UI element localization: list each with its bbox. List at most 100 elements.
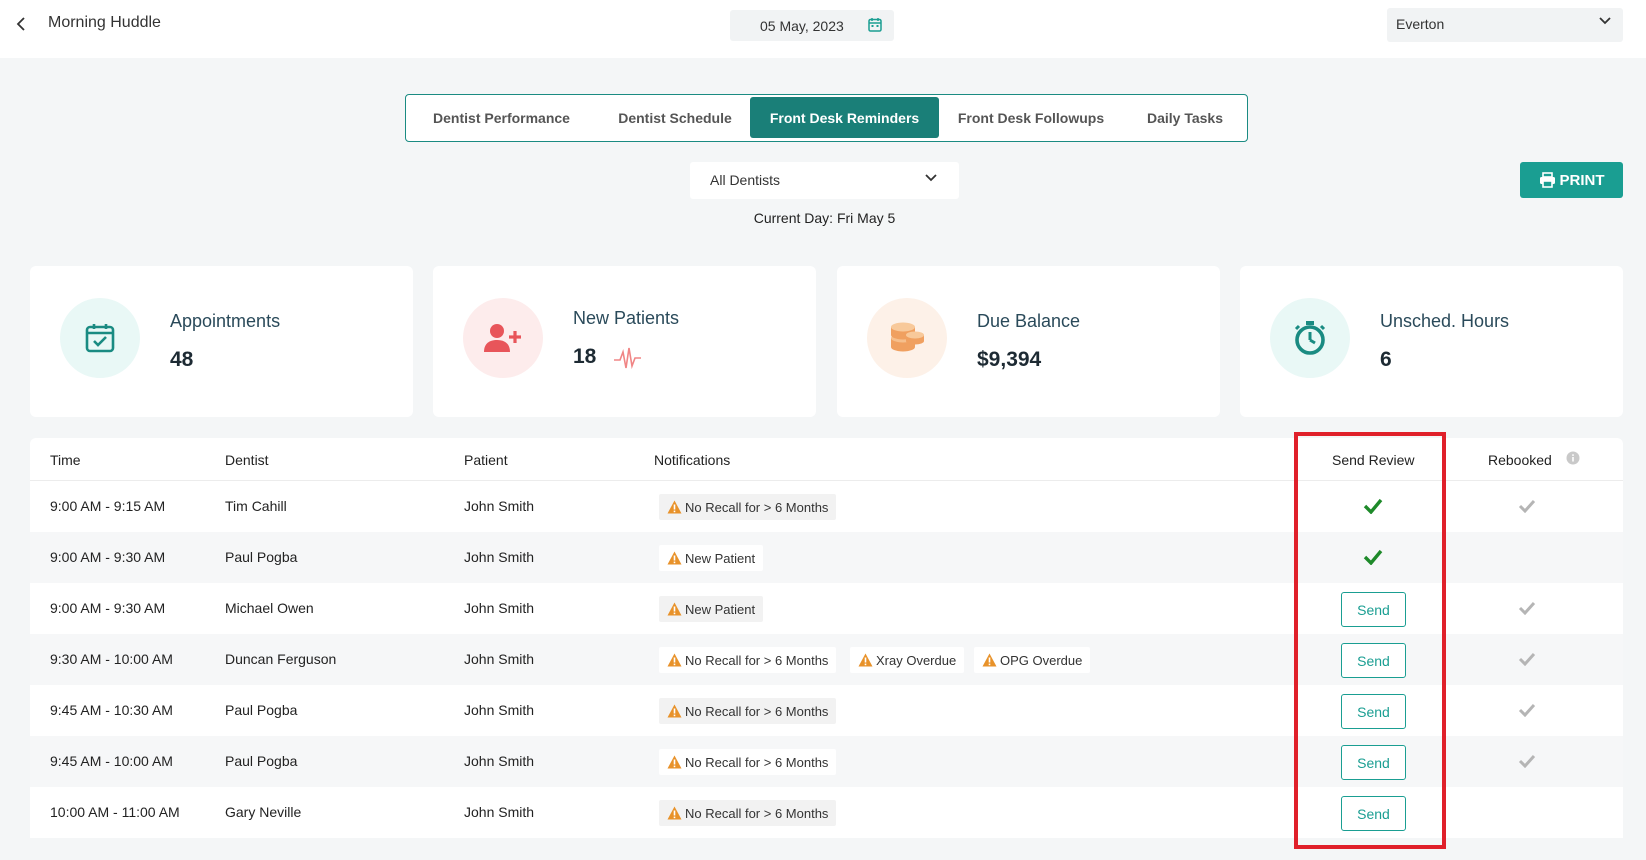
warning-icon xyxy=(858,653,873,667)
report-tabs: Dentist Performance Dentist Schedule Fro… xyxy=(405,94,1248,142)
table-row: 9:00 AM - 9:15 AM Tim Cahill John Smith … xyxy=(30,481,1623,532)
row-time: 9:00 AM - 9:15 AM xyxy=(50,498,166,514)
table-row: 9:00 AM - 9:30 AM Paul Pogba John Smith … xyxy=(30,532,1623,583)
stat-value: 18 xyxy=(573,345,597,368)
review-sent-check-icon xyxy=(1363,549,1383,565)
stat-label: Due Balance xyxy=(977,311,1081,331)
row-dentist: Tim Cahill xyxy=(225,498,287,514)
table-row: 9:45 AM - 10:00 AM Paul Pogba John Smith… xyxy=(30,736,1623,787)
location-value: Everton xyxy=(1396,16,1445,32)
page-title: Morning Huddle xyxy=(48,14,161,31)
row-time: 10:00 AM - 11:00 AM xyxy=(50,804,180,820)
send-review-button[interactable]: Send xyxy=(1341,745,1406,780)
notification-text: OPG Overdue xyxy=(1000,652,1083,668)
rebooked-check-icon xyxy=(1518,499,1536,513)
rebooked-check-icon xyxy=(1518,754,1536,768)
stat-value: 6 xyxy=(1380,348,1392,371)
notification-badge: No Recall for > 6 Months xyxy=(659,494,837,520)
column-header-send-review[interactable]: Send Review xyxy=(1332,452,1415,468)
print-button[interactable]: PRINT xyxy=(1520,162,1623,198)
date-value: 05 May, 2023 xyxy=(760,17,844,34)
row-patient: John Smith xyxy=(464,600,535,616)
dentist-filter-value: All Dentists xyxy=(710,172,781,188)
stat-value: 48 xyxy=(170,348,194,371)
warning-icon xyxy=(667,704,682,718)
rebooked-check-icon xyxy=(1518,601,1536,615)
calendar-check-icon xyxy=(85,324,115,353)
send-review-button[interactable]: Send xyxy=(1341,796,1406,831)
tab-daily-tasks[interactable]: Daily Tasks xyxy=(1123,97,1247,138)
new-patients-icon-circle xyxy=(463,298,543,378)
stat-card-due-balance: Due Balance $9,394 xyxy=(837,266,1220,417)
row-time: 9:45 AM - 10:30 AM xyxy=(50,702,173,718)
send-review-button[interactable]: Send xyxy=(1341,643,1406,678)
notification-text: No Recall for > 6 Months xyxy=(685,499,829,515)
tab-dentist-performance[interactable]: Dentist Performance xyxy=(408,97,595,138)
user-plus-icon xyxy=(484,324,521,352)
warning-icon xyxy=(982,653,997,667)
notification-badge: No Recall for > 6 Months xyxy=(659,647,837,673)
notification-text: No Recall for > 6 Months xyxy=(685,754,829,770)
notification-text: Xray Overdue xyxy=(876,652,957,668)
current-day-label: Current Day: Fri May 5 xyxy=(753,210,896,226)
send-review-button[interactable]: Send xyxy=(1341,694,1406,729)
tab-dentist-schedule[interactable]: Dentist Schedule xyxy=(595,97,755,138)
unscheduled-hours-icon-circle xyxy=(1270,298,1350,378)
row-time: 9:00 AM - 9:30 AM xyxy=(50,549,166,565)
notification-text: No Recall for > 6 Months xyxy=(685,703,829,719)
stat-value: $9,394 xyxy=(977,348,1042,371)
print-label: PRINT xyxy=(1559,171,1605,189)
warning-icon xyxy=(667,500,682,514)
row-dentist: Paul Pogba xyxy=(225,549,298,565)
reminders-table: Time Dentist Patient Notifications Send … xyxy=(30,438,1623,838)
coins-icon xyxy=(891,322,924,352)
chevron-down-icon xyxy=(925,174,937,182)
calendar-icon xyxy=(868,18,882,32)
stat-card-new-patients: New Patients 18 xyxy=(433,266,816,417)
stat-label: New Patients xyxy=(573,308,680,328)
back-button[interactable] xyxy=(10,12,32,36)
notification-badge: No Recall for > 6 Months xyxy=(659,800,837,826)
warning-icon xyxy=(667,602,682,616)
pulse-icon xyxy=(614,347,641,370)
date-picker[interactable]: 05 May, 2023 xyxy=(730,10,894,41)
warning-icon xyxy=(667,806,682,820)
appointments-icon-circle xyxy=(60,298,140,378)
row-dentist: Duncan Ferguson xyxy=(225,651,337,667)
notification-badge: New Patient xyxy=(659,545,764,571)
due-balance-icon-circle xyxy=(867,298,947,378)
stat-card-appointments: Appointments 48 xyxy=(30,266,413,417)
row-dentist: Paul Pogba xyxy=(225,753,298,769)
column-header-patient[interactable]: Patient xyxy=(464,452,508,468)
column-header-time[interactable]: Time xyxy=(50,452,81,468)
warning-icon xyxy=(667,551,682,565)
row-patient: John Smith xyxy=(464,498,535,514)
column-header-rebooked[interactable]: Rebooked xyxy=(1488,452,1552,468)
tab-front-desk-reminders[interactable]: Front Desk Reminders xyxy=(750,97,939,138)
notification-text: New Patient xyxy=(685,601,756,617)
notification-badge: Xray Overdue xyxy=(850,647,965,673)
tab-front-desk-followups[interactable]: Front Desk Followups xyxy=(939,97,1123,138)
printer-icon xyxy=(1539,172,1555,188)
row-patient: John Smith xyxy=(464,753,535,769)
notification-text: No Recall for > 6 Months xyxy=(685,652,829,668)
review-sent-check-icon xyxy=(1363,498,1383,514)
column-header-dentist[interactable]: Dentist xyxy=(225,452,269,468)
column-header-notifications[interactable]: Notifications xyxy=(654,452,730,468)
row-time: 9:30 AM - 10:00 AM xyxy=(50,651,173,667)
row-time: 9:45 AM - 10:00 AM xyxy=(50,753,173,769)
row-dentist: Gary Neville xyxy=(225,804,302,820)
notification-badge: No Recall for > 6 Months xyxy=(659,749,837,775)
dentist-filter-select[interactable]: All Dentists xyxy=(690,162,959,199)
row-dentist: Paul Pogba xyxy=(225,702,298,718)
row-dentist: Michael Owen xyxy=(225,600,314,616)
top-bar: Morning Huddle 05 May, 2023 Everton xyxy=(0,0,1646,58)
row-patient: John Smith xyxy=(464,651,535,667)
location-select[interactable]: Everton xyxy=(1387,8,1623,42)
row-patient: John Smith xyxy=(464,702,535,718)
notification-text: New Patient xyxy=(685,550,756,566)
send-review-button[interactable]: Send xyxy=(1341,592,1406,627)
stat-label: Appointments xyxy=(170,311,281,331)
info-icon[interactable] xyxy=(1566,451,1580,465)
table-row: 9:30 AM - 10:00 AM Duncan Ferguson John … xyxy=(30,634,1623,685)
